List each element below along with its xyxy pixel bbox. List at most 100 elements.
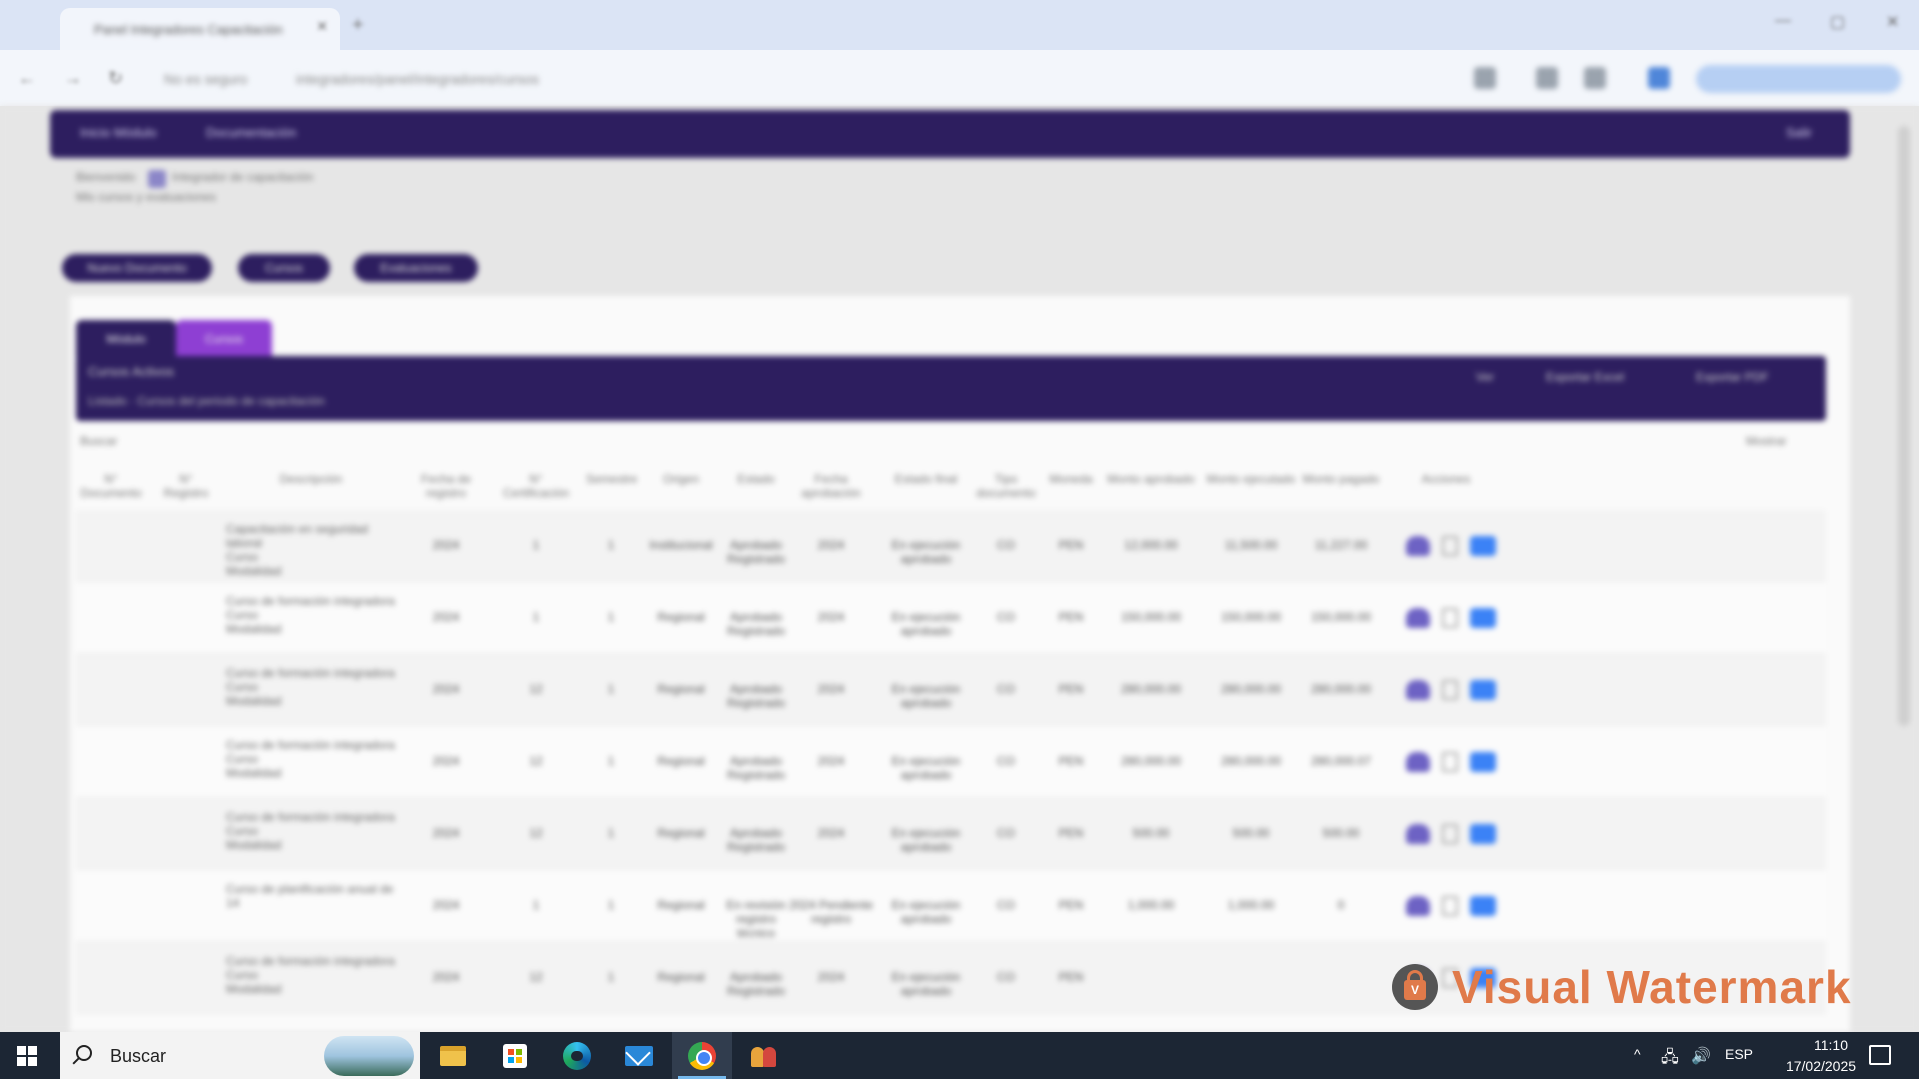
column-header[interactable]: Tipo documento [976, 472, 1036, 500]
user-assign-icon[interactable] [1406, 824, 1430, 844]
cell-tipo: CO [997, 970, 1015, 984]
column-header[interactable]: Semestre [586, 472, 637, 486]
profile-button[interactable] [1696, 65, 1901, 93]
table-row[interactable]: Curso de formación integradora Curso Modal… [76, 582, 1826, 654]
table-row[interactable]: Curso de formación integradora Curso Modal… [76, 798, 1826, 870]
volume-icon[interactable]: 🔊 [1691, 1046, 1711, 1066]
column-header[interactable]: Estado [726, 472, 786, 486]
edit-icon[interactable] [1470, 536, 1496, 556]
column-header[interactable]: N° Documento [76, 472, 146, 500]
cell-moneda: PEN [1058, 682, 1084, 696]
column-header[interactable]: Acciones [1386, 472, 1506, 486]
forward-icon[interactable]: → [64, 68, 82, 89]
chrome-icon[interactable] [672, 1032, 732, 1079]
column-header[interactable]: Monto aprobado [1106, 472, 1196, 486]
cell-origen: Regional [657, 610, 705, 624]
cell-cert: 1 [532, 898, 540, 912]
evaluations-button[interactable]: Evaluaciones [354, 254, 478, 282]
minimize-icon[interactable]: — [1775, 12, 1791, 30]
cell-sem: 1 [607, 754, 615, 768]
taskbar-search[interactable]: Buscar [60, 1032, 420, 1079]
export-excel-button[interactable]: Exportar Excel [1546, 370, 1624, 384]
document-icon[interactable] [1442, 608, 1458, 628]
table-row[interactable]: Capacitación en seguridad laboral Curso Mo… [76, 510, 1826, 582]
user-assign-icon[interactable] [1406, 608, 1430, 628]
export-pdf-button[interactable]: Exportar PDF [1696, 370, 1769, 384]
clock-date[interactable]: 17/02/2025 [1771, 1058, 1871, 1074]
user-assign-icon[interactable] [1406, 680, 1430, 700]
column-header[interactable]: Descripción [226, 472, 396, 486]
column-header[interactable]: Monto ejecutado [1206, 472, 1296, 486]
cell-fecha_ap: 2024 [817, 826, 845, 840]
table-row[interactable]: Curso de formación integradora Curso Modal… [76, 726, 1826, 798]
filter-show-label[interactable]: Mostrar [1746, 434, 1787, 448]
edit-icon[interactable] [1470, 680, 1496, 700]
notification-icon[interactable] [1869, 1045, 1891, 1065]
document-icon[interactable] [1442, 752, 1458, 772]
filter-search-label[interactable]: Buscar [80, 434, 117, 448]
cell-estado: Aprobado Registrado [726, 610, 786, 638]
edit-icon[interactable] [1470, 896, 1496, 916]
page-scrollbar[interactable] [1898, 126, 1910, 726]
cell-m2: 11,500.00 [1224, 538, 1278, 552]
cell-fecha: 2024 [432, 970, 460, 984]
document-icon[interactable] [1442, 896, 1458, 916]
edit-icon[interactable] [1470, 752, 1496, 772]
column-header[interactable]: Monto pagado [1296, 472, 1386, 486]
start-windows-icon[interactable] [17, 1046, 37, 1066]
tab-cursos[interactable]: Cursos [176, 320, 272, 358]
address-bar[interactable]: No es seguro integradores/panel/integrad… [150, 62, 1450, 96]
close-window-icon[interactable]: ✕ [1886, 12, 1899, 32]
document-icon[interactable] [1442, 824, 1458, 844]
user-assign-icon[interactable] [1406, 896, 1430, 916]
back-icon[interactable]: ← [18, 68, 36, 89]
cell-sem: 1 [607, 898, 615, 912]
user-assign-icon[interactable] [1406, 536, 1430, 556]
column-header[interactable]: Fecha aprobación [786, 472, 876, 500]
extension-icon[interactable] [1536, 67, 1558, 89]
column-header[interactable]: Origen [646, 472, 716, 486]
new-document-button[interactable]: Nuevo Documento [62, 254, 212, 282]
teams-people-icon[interactable] [734, 1032, 794, 1079]
cell-sem: 1 [607, 538, 615, 552]
tab-modulo[interactable]: Módulo [76, 320, 176, 358]
extensions-menu-icon[interactable] [1584, 67, 1606, 89]
new-tab-icon[interactable]: + [352, 14, 364, 37]
user-assign-icon[interactable] [1406, 752, 1430, 772]
browser-tab[interactable]: Panel Integradores Capacitación ✕ [60, 8, 340, 50]
document-icon[interactable] [1442, 680, 1458, 700]
bookmark-icon[interactable] [1474, 67, 1496, 89]
nav-item-documentacion[interactable]: Documentación [206, 125, 296, 140]
column-header[interactable]: N° Registro [156, 472, 216, 500]
maximize-icon[interactable]: ▢ [1830, 12, 1845, 32]
url-text: integradores/panel/integradores/cursos [296, 71, 539, 87]
table-row[interactable]: Curso de formación integradora Curso Modal… [76, 654, 1826, 726]
edge-icon[interactable] [547, 1032, 607, 1079]
tab-close-icon[interactable]: ✕ [316, 18, 328, 35]
column-header[interactable]: Fecha de registro [406, 472, 486, 500]
courses-button[interactable]: Cursos [238, 254, 330, 282]
cell-m1: 500.00 [1132, 826, 1170, 840]
network-icon[interactable]: 🖧 [1661, 1046, 1679, 1073]
logout-link[interactable]: Salir [1786, 125, 1812, 140]
edit-icon[interactable] [1470, 824, 1496, 844]
view-button[interactable]: Ver [1476, 370, 1494, 384]
nav-item-inicio[interactable]: Inicio Módulo [80, 125, 157, 140]
browser-toolbar: ← → ↻ No es seguro integradores/panel/in… [0, 50, 1919, 106]
column-header[interactable]: Estado final [886, 472, 966, 486]
file-explorer-icon[interactable] [423, 1032, 483, 1079]
microsoft-store-icon[interactable] [485, 1032, 545, 1079]
cell-cert: 12 [529, 754, 543, 768]
mail-icon[interactable] [609, 1032, 669, 1079]
edit-icon[interactable] [1470, 608, 1496, 628]
profile-icon[interactable] [1648, 67, 1670, 89]
clock-time[interactable]: 11:10 [1791, 1037, 1871, 1053]
column-header[interactable]: Moneda [1046, 472, 1096, 486]
reload-icon[interactable]: ↻ [108, 68, 123, 89]
column-header[interactable]: N° Certificación [496, 472, 576, 500]
cell-m3: 280,000.07 [1310, 754, 1372, 768]
table-row[interactable]: Curso de planificación anual de 14 2024 1 1 R… [76, 870, 1826, 942]
document-icon[interactable] [1442, 536, 1458, 556]
language-indicator[interactable]: ESP [1725, 1046, 1753, 1062]
tray-chevron-icon[interactable]: ^ [1634, 1046, 1641, 1062]
